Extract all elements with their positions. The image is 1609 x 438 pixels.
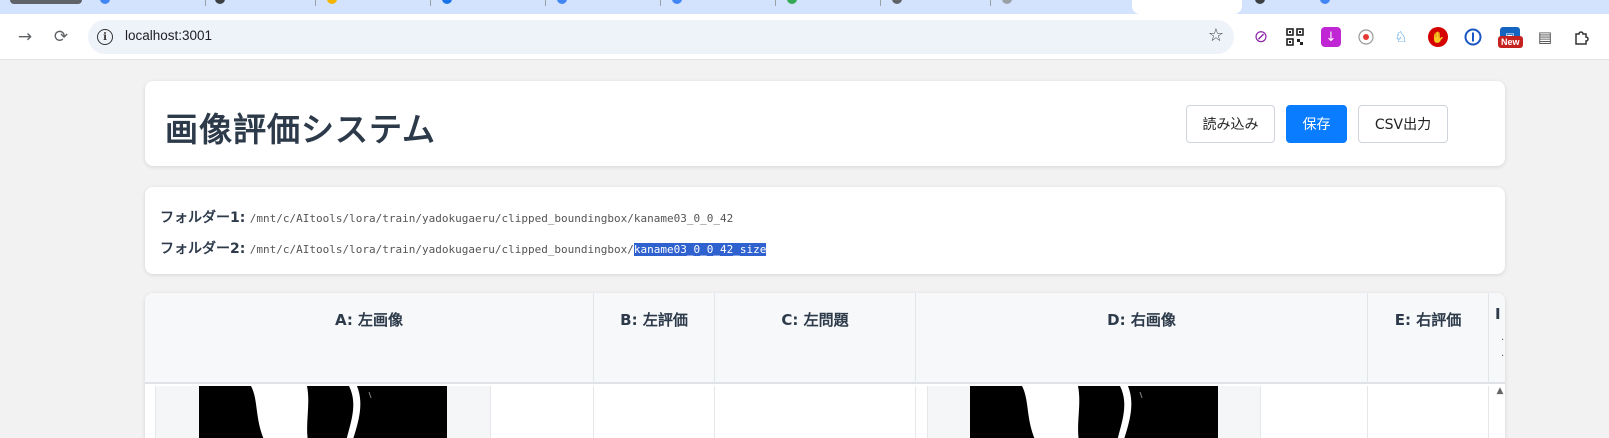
- tab-favicon: [787, 0, 797, 4]
- blocker-extension-icon[interactable]: ⊘: [1251, 27, 1271, 47]
- left-image-cell[interactable]: [156, 386, 491, 438]
- scroll-up-arrow-icon[interactable]: ▲: [1494, 386, 1505, 400]
- folder2-path-selected: kaname03_0_0_42_size: [633, 243, 767, 256]
- info-icon[interactable]: i: [97, 29, 113, 45]
- left-image-thumbnail[interactable]: [199, 386, 447, 438]
- tab-favicon: [1255, 0, 1265, 4]
- column-header-left-image: A: 左画像: [145, 293, 594, 384]
- tab-favicon: [892, 0, 902, 4]
- tab-favicon: [1002, 0, 1012, 4]
- right-image-cell[interactable]: [928, 386, 1261, 438]
- folder1-row: フォルダー1: /mnt/c/AItools/lora/train/yadoku…: [160, 207, 733, 227]
- browser-toolbar: → ⟳ i localhost:3001 ☆ ⊘ ↓ ♘ ✋ ▣ New ▤: [0, 14, 1609, 60]
- folder1-path: /mnt/c/AItools/lora/train/yadokugaeru/cl…: [249, 212, 734, 225]
- extension-puzzle-icon[interactable]: [1572, 27, 1592, 47]
- row-index-cell: [145, 386, 156, 438]
- bot-extension-icon[interactable]: ♘: [1391, 27, 1411, 47]
- evaluation-table: A: 左画像 B: 左評価 C: 左問題 D: 右画像 E: 右評価 I · ·: [145, 293, 1505, 438]
- qr-code-icon[interactable]: [1285, 27, 1305, 47]
- folder2-path-prefix: /mnt/c/AItools/lora/train/yadokugaeru/cl…: [249, 243, 634, 256]
- url-text[interactable]: localhost:3001: [125, 28, 212, 43]
- folder1-label: フォルダー1:: [160, 210, 246, 226]
- forward-arrow-icon[interactable]: →: [12, 24, 38, 50]
- folder2-row: フォルダー2: /mnt/c/AItools/lora/train/yadoku…: [160, 238, 767, 258]
- save-button[interactable]: 保存: [1286, 105, 1347, 143]
- column-header-partial-mark: ·: [1501, 351, 1505, 362]
- star-icon[interactable]: ☆: [1208, 25, 1224, 46]
- folder2-label: フォルダー2:: [160, 241, 246, 257]
- new-badge: New: [1498, 36, 1523, 48]
- tab-separator: [880, 0, 881, 6]
- left-issue-cell[interactable]: [715, 386, 916, 438]
- left-image-side-cell: [491, 386, 594, 438]
- tab-favicon: [672, 0, 682, 4]
- left-rating-cell[interactable]: [594, 386, 715, 438]
- tab-separator: [430, 0, 431, 6]
- column-header-partial: I: [1495, 305, 1501, 323]
- table-header: A: 左画像 B: 左評価 C: 左問題 D: 右画像 E: 右評価 I · ·: [145, 293, 1505, 384]
- column-header-right-rating: E: 右評価: [1368, 293, 1489, 384]
- tab-separator: [660, 0, 661, 6]
- reload-icon[interactable]: ⟳: [48, 24, 74, 50]
- tab-separator: [315, 0, 316, 6]
- header-card: 画像評価システム 読み込み 保存 CSV出力: [145, 81, 1505, 166]
- tab-handle[interactable]: [10, 0, 82, 4]
- folder-info-card: フォルダー1: /mnt/c/AItools/lora/train/yadoku…: [145, 187, 1505, 274]
- column-header-partial-mark: ·: [1501, 335, 1505, 346]
- stop-hand-extension-icon[interactable]: ✋: [1428, 27, 1448, 47]
- right-image-side-cell: [1261, 386, 1368, 438]
- tab-strip: [0, 0, 1609, 14]
- tab-favicon: [1320, 0, 1330, 4]
- record-extension-icon[interactable]: [1356, 27, 1376, 47]
- page-title: 画像評価システム: [165, 110, 437, 149]
- tab-separator: [205, 0, 206, 6]
- tab-favicon: [100, 0, 110, 4]
- tab-separator: [990, 0, 991, 6]
- column-header-left-issue: C: 左問題: [715, 293, 916, 384]
- tab-favicon: [557, 0, 567, 4]
- folder2-path: /mnt/c/AItools/lora/train/yadokugaeru/cl…: [250, 243, 767, 256]
- column-header-left-rating: B: 左評価: [594, 293, 715, 384]
- tab-favicon: [442, 0, 452, 4]
- csv-export-button[interactable]: CSV出力: [1358, 105, 1448, 143]
- tab-favicon: [215, 0, 225, 4]
- tab-separator: [775, 0, 776, 6]
- column-header-right-image: D: 右画像: [916, 293, 1368, 384]
- tab-separator: [545, 0, 546, 6]
- row-spacer-cell: [916, 386, 928, 438]
- right-image-thumbnail[interactable]: [970, 386, 1218, 438]
- password-manager-icon[interactable]: [1463, 27, 1483, 47]
- tab-favicon: [327, 0, 337, 4]
- active-tab[interactable]: [1132, 0, 1242, 14]
- address-bar[interactable]: i localhost:3001 ☆: [88, 20, 1234, 54]
- chat-extension-icon[interactable]: ▤: [1535, 27, 1555, 47]
- table-body: [145, 386, 1505, 438]
- right-rating-cell[interactable]: [1368, 386, 1489, 438]
- download-extension-icon[interactable]: ↓: [1321, 27, 1341, 47]
- load-button[interactable]: 読み込み: [1186, 105, 1275, 143]
